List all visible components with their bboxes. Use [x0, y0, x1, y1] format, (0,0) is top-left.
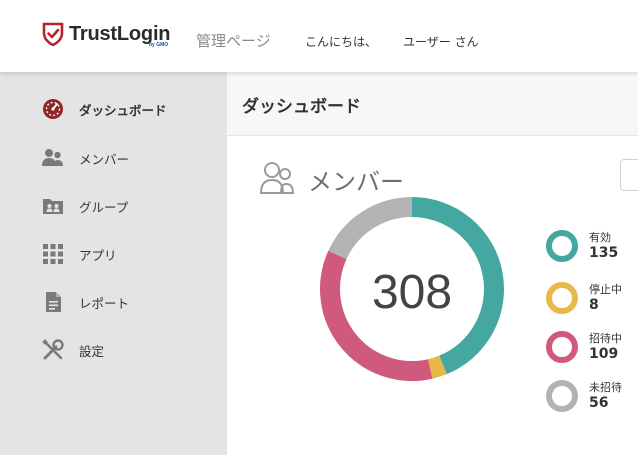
- legend-label: 有効: [589, 231, 611, 244]
- legend-label: 招待中: [589, 332, 622, 345]
- top-header: TrustLogin by GMO 管理ページ こんにちは、 ユーザー さん: [0, 0, 638, 72]
- page-title-bar: ダッシュボード: [227, 72, 638, 136]
- greeting-text: こんにちは、: [305, 35, 378, 49]
- page-title: ダッシュボード: [242, 97, 361, 117]
- report-icon: [42, 291, 64, 313]
- apps-grid-icon: [42, 243, 64, 265]
- legend-value: 8: [589, 297, 599, 313]
- sidebar-item-label: 設定: [79, 343, 105, 359]
- group-icon: [42, 195, 64, 217]
- donut-segment-3: [328, 197, 413, 260]
- sidebar-item-dashboard[interactable]: ダッシュボード: [42, 97, 167, 121]
- legend-ring: [546, 380, 578, 412]
- sidebar-item-label: ダッシュボード: [79, 102, 167, 118]
- sidebar-item-settings[interactable]: 設定: [42, 338, 104, 362]
- legend-ring: [546, 230, 578, 262]
- sidebar-item-apps[interactable]: アプリ: [42, 242, 117, 266]
- legend-ring: [546, 331, 578, 363]
- brand-sub: by GMO: [149, 42, 169, 48]
- sidebar-item-members[interactable]: メンバー: [42, 146, 129, 170]
- admin-page-link[interactable]: 管理ページ: [196, 30, 271, 51]
- sidebar-item-label: アプリ: [79, 247, 117, 263]
- donut-segment-1: [427, 355, 447, 379]
- username-menu[interactable]: ユーザー さん: [403, 33, 479, 50]
- members-outline-icon: [259, 162, 295, 194]
- sidebar-item-label: グループ: [79, 199, 129, 215]
- legend-label: 未招待: [589, 381, 622, 394]
- legend-label: 停止中: [589, 283, 622, 296]
- legend-value: 135: [589, 245, 619, 261]
- settings-tools-icon: [42, 339, 64, 361]
- sidebar-item-groups[interactable]: グループ: [42, 194, 128, 218]
- legend-value: 109: [589, 346, 619, 362]
- members-icon: [42, 147, 64, 169]
- card-title: メンバー: [308, 168, 404, 196]
- legend-value: 56: [589, 395, 609, 411]
- donut-total: 308: [371, 266, 453, 319]
- dashboard-icon: [42, 98, 64, 120]
- shield-logo-icon: [42, 22, 64, 46]
- sidebar-item-label: メンバー: [79, 151, 130, 167]
- sidebar: ダッシュボード メンバー グループ アプリ レポート 設定: [0, 72, 227, 455]
- main-content: ダッシュボード メンバー 308 有効 135 停止中 8 招待中 109 未招…: [227, 72, 638, 455]
- legend-ring: [546, 282, 578, 314]
- card-action-button[interactable]: [620, 159, 638, 191]
- sidebar-item-reports[interactable]: レポート: [42, 290, 129, 314]
- trustlogin-logo[interactable]: TrustLogin by GMO: [42, 22, 171, 48]
- sidebar-item-label: レポート: [79, 295, 130, 311]
